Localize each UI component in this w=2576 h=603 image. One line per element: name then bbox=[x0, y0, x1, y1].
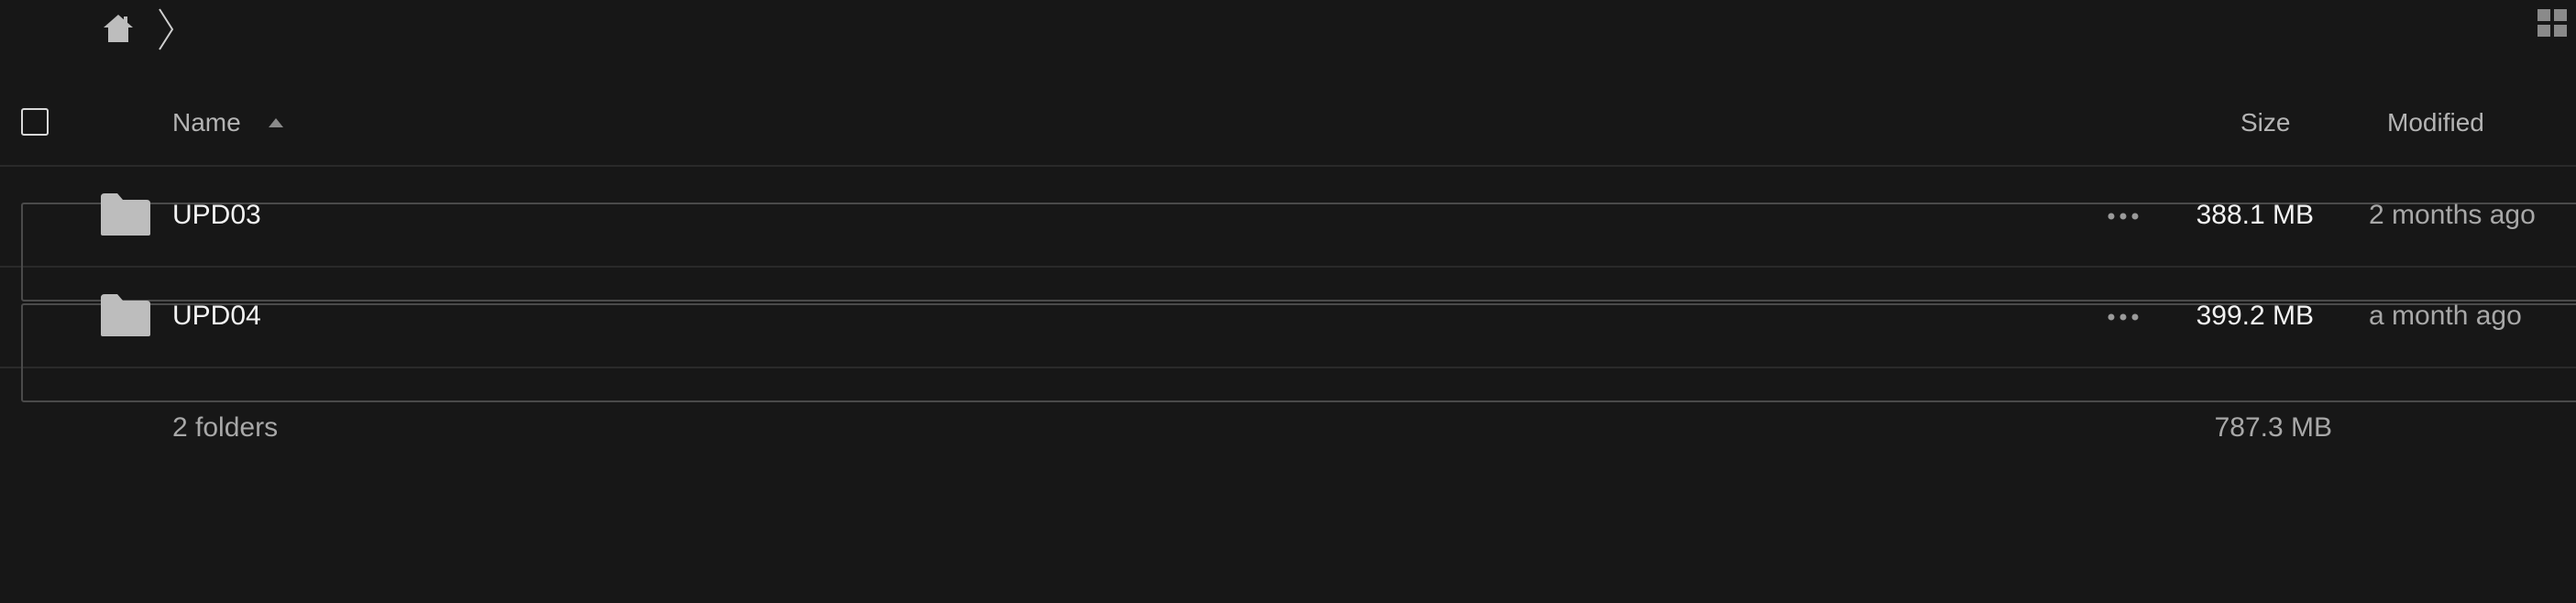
summary-folder-count: 2 folders bbox=[172, 412, 279, 443]
summary-total-size: 787.3 MB bbox=[2214, 412, 2332, 443]
table-summary: 2 folders 787.3 MB bbox=[0, 368, 2576, 443]
select-all-checkbox[interactable] bbox=[21, 108, 49, 136]
folder-size: 399.2 MB bbox=[2196, 301, 2314, 331]
column-header-size[interactable]: Size bbox=[2240, 108, 2290, 137]
more-actions-icon[interactable] bbox=[2107, 211, 2140, 222]
column-header-name[interactable]: Name bbox=[172, 108, 241, 137]
column-header-modified[interactable]: Modified bbox=[2387, 108, 2484, 137]
table-row[interactable]: UPD03 388.1 MB 2 months ago bbox=[0, 167, 2576, 302]
chevron-right-icon bbox=[159, 8, 174, 50]
folder-name[interactable]: UPD03 bbox=[172, 200, 261, 231]
sort-ascending-icon[interactable] bbox=[268, 117, 284, 128]
folder-modified: a month ago bbox=[2369, 301, 2522, 331]
table-header: Name Size Modified bbox=[0, 81, 2576, 167]
breadcrumb bbox=[0, 0, 2576, 64]
table-row[interactable]: UPD04 399.2 MB a month ago bbox=[0, 268, 2576, 402]
home-icon[interactable] bbox=[102, 13, 135, 44]
folder-size: 388.1 MB bbox=[2196, 200, 2314, 230]
folder-icon bbox=[101, 193, 150, 236]
more-actions-icon[interactable] bbox=[2107, 312, 2140, 323]
folder-name[interactable]: UPD04 bbox=[172, 301, 261, 332]
folder-icon bbox=[101, 294, 150, 336]
files-page: Name Size Modified UPD03 388.1 MB 2 mont… bbox=[0, 0, 2576, 603]
folder-modified: 2 months ago bbox=[2369, 200, 2536, 230]
grid-view-icon[interactable] bbox=[2536, 7, 2569, 38]
